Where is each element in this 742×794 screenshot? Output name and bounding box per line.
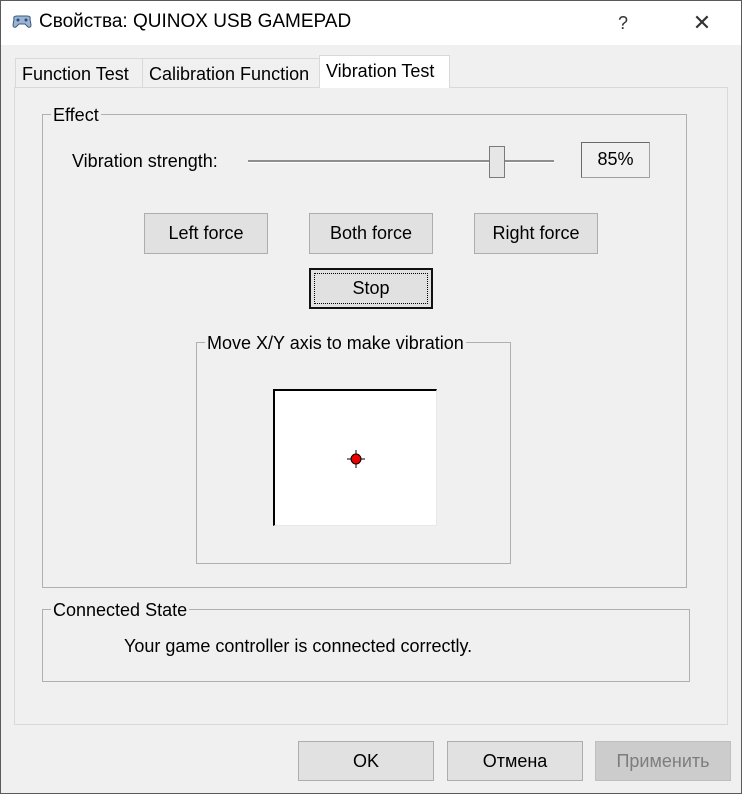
vibration-strength-slider-track[interactable] (248, 160, 554, 163)
properties-dialog: Свойства: QUINOX USB GAMEPAD ? ✕ Functio… (0, 0, 742, 794)
vibration-strength-slider-thumb[interactable] (488, 146, 505, 178)
left-force-button[interactable]: Left force (144, 213, 268, 254)
help-button[interactable]: ? (601, 1, 645, 45)
both-force-button[interactable]: Both force (309, 213, 433, 254)
left-force-label: Left force (168, 223, 244, 243)
stop-label: Stop (352, 278, 390, 298)
ok-button[interactable]: OK (298, 741, 434, 781)
xy-axis-group-label: Move X/Y axis to make vibration (205, 333, 466, 353)
close-button[interactable]: ✕ (679, 1, 725, 45)
vibration-strength-value: 85% (581, 142, 650, 178)
vibration-strength-label: Vibration strength: (72, 151, 218, 171)
effect-group-label: Effect (51, 105, 101, 125)
connected-state-group-label: Connected State (51, 600, 190, 620)
gamepad-icon (11, 14, 33, 30)
crosshair-icon (347, 450, 365, 468)
cancel-button[interactable]: Отмена (447, 741, 583, 781)
both-force-label: Both force (329, 223, 413, 243)
stop-button[interactable]: Stop (309, 268, 433, 309)
right-force-button[interactable]: Right force (474, 213, 598, 254)
tab-function-test[interactable]: Function Test (15, 58, 143, 88)
window-title: Свойства: QUINOX USB GAMEPAD (39, 11, 352, 32)
tab-vibration-test[interactable]: Vibration Test (319, 55, 450, 88)
tab-calibration-function[interactable]: Calibration Function (142, 58, 320, 88)
apply-button[interactable]: Применить (595, 741, 731, 781)
xy-axis-pad[interactable] (273, 389, 437, 526)
right-force-label: Right force (492, 223, 580, 243)
title-bar[interactable]: Свойства: QUINOX USB GAMEPAD ? ✕ (1, 1, 741, 45)
connected-state-message: Your game controller is connected correc… (124, 636, 473, 656)
